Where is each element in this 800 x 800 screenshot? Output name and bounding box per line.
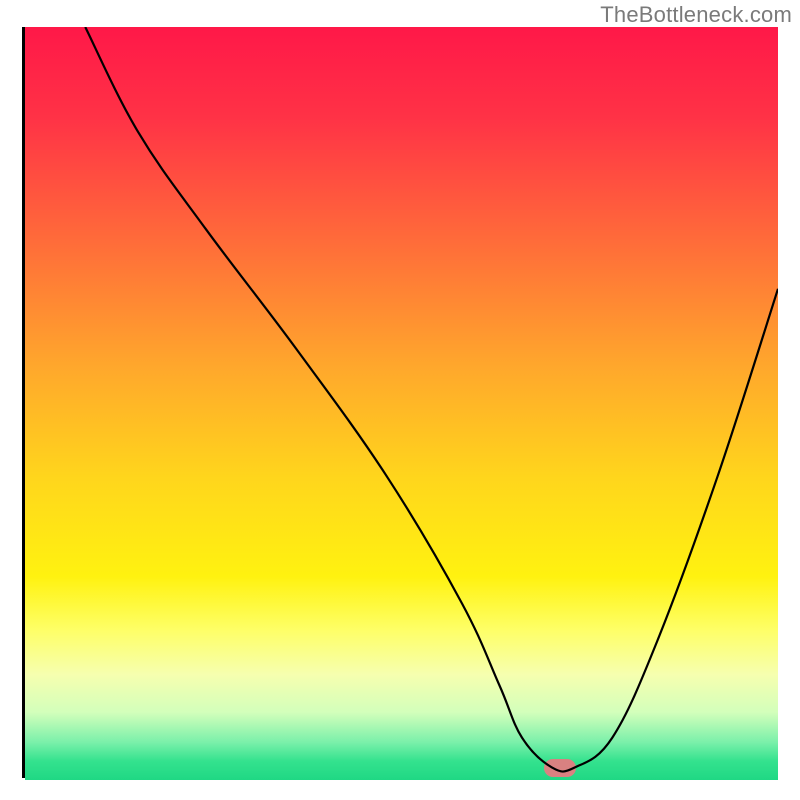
watermark-text: TheBottleneck.com — [600, 2, 792, 28]
bottleneck-chart: TheBottleneck.com — [0, 0, 800, 800]
bottleneck-curve — [85, 27, 778, 772]
plot-area — [22, 27, 778, 778]
curve-layer — [25, 27, 778, 775]
